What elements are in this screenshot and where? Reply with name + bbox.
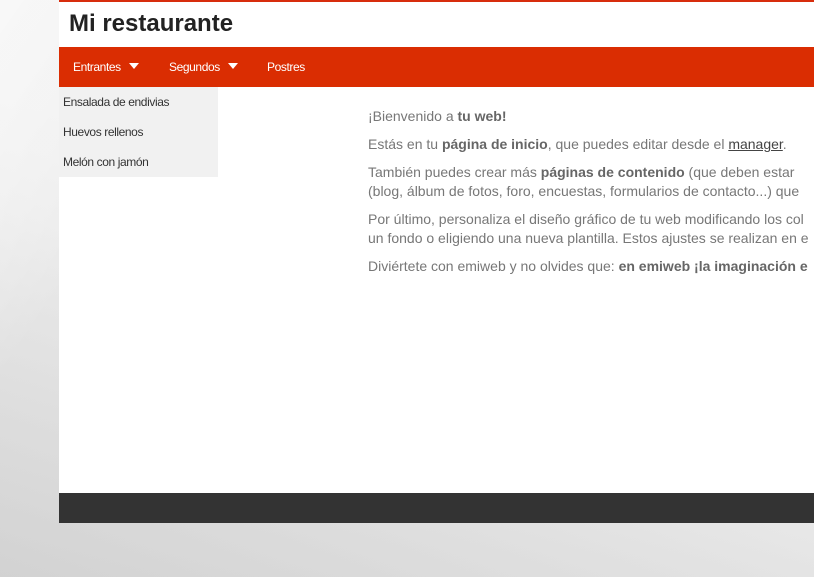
footer-bar <box>59 493 814 523</box>
welcome-paragraph: ¡Bienvenido a tu web! <box>368 108 507 124</box>
dropdown-item-melon[interactable]: Melón con jamón <box>59 147 218 177</box>
site-title: Mi restaurante <box>69 10 234 37</box>
caret-down-icon <box>128 63 139 69</box>
closing-paragraph: Diviértete con emiweb y no olvides que: … <box>368 258 808 274</box>
dropdown-item-ensalada[interactable]: Ensalada de endivias <box>59 87 218 117</box>
welcome-bold: tu web! <box>457 108 507 124</box>
design-paragraph: Por último, personaliza el diseño gráfic… <box>368 211 809 246</box>
nav-label-segundos: Segundos <box>169 60 220 74</box>
entrantes-dropdown-menu: Ensalada de endivias Huevos rellenos Mel… <box>59 87 218 177</box>
page-container: Mi restaurante Entrantes Segundos Postre… <box>59 0 814 523</box>
top-accent-line <box>59 0 814 2</box>
nav-item-entrantes[interactable]: Entrantes <box>59 47 153 87</box>
main-content: ¡Bienvenido a tu web! Estás en tu página… <box>368 107 814 285</box>
dropdown-item-huevos[interactable]: Huevos rellenos <box>59 117 218 147</box>
home-page-paragraph: Estás en tu página de inicio, que puedes… <box>368 136 787 152</box>
content-pages-paragraph: También puedes crear más páginas de cont… <box>368 164 800 199</box>
manager-link[interactable]: manager <box>728 136 782 152</box>
nav-item-segundos[interactable]: Segundos <box>169 47 238 87</box>
nav-label-entrantes: Entrantes <box>73 60 121 74</box>
caret-down-icon <box>227 63 238 69</box>
nav-item-postres[interactable]: Postres <box>267 47 305 87</box>
nav-label-postres: Postres <box>267 60 305 74</box>
main-navbar: Entrantes Segundos Postres <box>59 47 814 87</box>
